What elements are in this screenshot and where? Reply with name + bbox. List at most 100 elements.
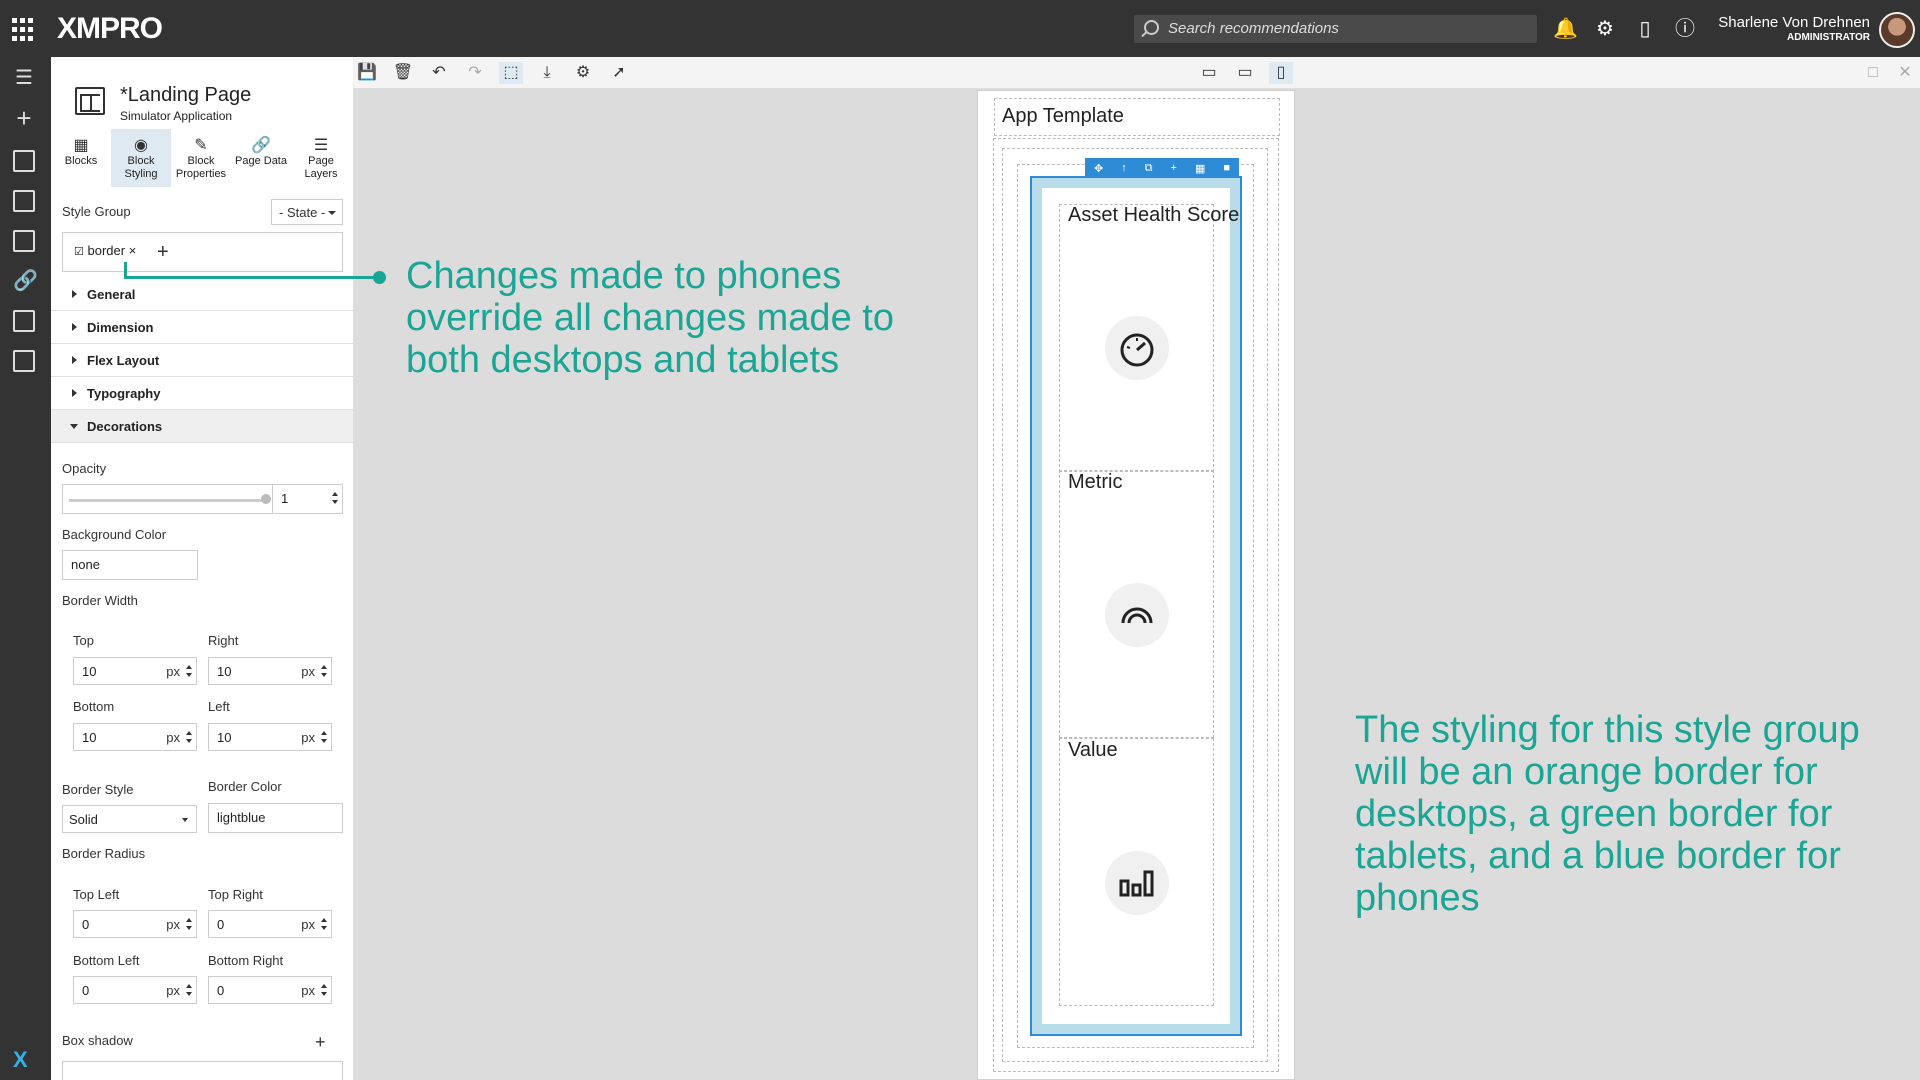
user-info[interactable]: Sharlene Von Drehnen ADMINISTRATOR xyxy=(1718,14,1870,43)
menu-icon[interactable]: ☰ xyxy=(13,67,35,89)
avatar[interactable] xyxy=(1879,12,1915,48)
spinner-icon[interactable] xyxy=(186,731,192,743)
bg-color-input[interactable]: none xyxy=(62,550,198,580)
spinner-icon[interactable] xyxy=(186,984,192,996)
app-designer-icon[interactable] xyxy=(13,150,35,172)
data-stream-icon[interactable] xyxy=(13,310,35,332)
opacity-input[interactable]: 1 xyxy=(272,484,343,514)
help-icon[interactable]: ⓘ xyxy=(1673,17,1697,41)
tab-page-layers[interactable]: ☰ Page Layers xyxy=(291,129,351,187)
style-group-label: Style Group xyxy=(62,204,131,219)
close-icon[interactable]: ✕ xyxy=(1893,62,1917,84)
palette-icon: ◉ xyxy=(134,137,148,154)
add-icon[interactable]: + xyxy=(1171,162,1177,174)
left-rail: ☰ + 🔗 xyxy=(0,57,51,1080)
radius-top-right-input[interactable]: 0 px xyxy=(208,910,332,938)
block-action-bar: ✥ ↑ ⧉ + ▦ ■ xyxy=(1085,158,1239,178)
select-outline-icon[interactable]: ⬚ xyxy=(499,62,523,84)
download-icon[interactable]: ⤓ xyxy=(535,62,559,84)
section-typography[interactable]: Typography xyxy=(51,377,353,410)
add-box-shadow-button[interactable]: + xyxy=(315,1032,326,1052)
save-block-icon[interactable]: ▦ xyxy=(1195,162,1205,175)
slider-knob[interactable] xyxy=(261,494,271,504)
section-decorations[interactable]: Decorations xyxy=(51,410,353,443)
border-left-input[interactable]: 10 px xyxy=(208,723,332,751)
opacity-label: Opacity xyxy=(62,461,107,476)
spinner-icon[interactable] xyxy=(321,731,327,743)
dashboard-icon[interactable] xyxy=(13,230,35,252)
radius-bottom-left-input[interactable]: 0 px xyxy=(73,976,197,1004)
radius-bottom-right-input[interactable]: 0 px xyxy=(208,976,332,1004)
section-dimension[interactable]: Dimension xyxy=(51,311,353,344)
x-logo-icon[interactable]: X xyxy=(13,1047,28,1073)
opacity-slider[interactable] xyxy=(62,484,273,514)
maximize-icon[interactable]: □ xyxy=(1861,62,1885,84)
add-style-group-button[interactable]: + xyxy=(157,242,169,262)
state-dropdown[interactable]: - State - xyxy=(271,199,343,225)
search-input[interactable]: Search recommendations xyxy=(1134,15,1537,43)
apps-grid-icon[interactable] xyxy=(12,18,36,42)
pencil-icon: ✎ xyxy=(194,137,208,154)
radius-top-left-input[interactable]: 0 px xyxy=(73,910,197,938)
spinner-icon[interactable] xyxy=(332,492,338,504)
blocks-icon: ▦ xyxy=(73,137,89,154)
spinner-icon[interactable] xyxy=(186,918,192,930)
bottom-label: Bottom xyxy=(73,699,115,714)
search-icon xyxy=(1144,20,1159,35)
spinner-icon[interactable] xyxy=(321,984,327,996)
section-general[interactable]: General xyxy=(51,278,353,311)
tab-blocks[interactable]: ▦ Blocks xyxy=(51,129,111,187)
callout-dot xyxy=(373,271,386,284)
phone-icon[interactable]: ▯ xyxy=(1633,17,1657,41)
xmpro-logo[interactable]: XMPRO xyxy=(57,12,163,46)
chip-close-icon[interactable]: × xyxy=(129,243,137,258)
add-icon[interactable]: + xyxy=(13,105,35,131)
tab-page-data[interactable]: 🔗 Page Data xyxy=(231,129,291,187)
delete-icon[interactable]: 🗑 xyxy=(391,62,415,84)
bar-chart-icon xyxy=(1105,851,1169,915)
box-shadow-field[interactable] xyxy=(62,1061,343,1080)
right-label: Right xyxy=(208,633,239,648)
chip-label: border xyxy=(87,243,126,258)
bell-icon[interactable]: 🔔 xyxy=(1553,17,1578,41)
border-style-select[interactable]: Solid xyxy=(62,805,197,833)
settings-panel-icon[interactable] xyxy=(13,350,35,372)
bg-color-label: Background Color xyxy=(62,527,167,542)
annotation-style-group: The styling for this style group will be… xyxy=(1355,709,1860,919)
arc-gauge-icon xyxy=(1105,583,1169,647)
top-label: Top xyxy=(73,633,94,648)
top-bar: XMPRO Search recommendations 🔔 ⚙ ▯ ⓘ Sha… xyxy=(0,0,1920,57)
section-flex-layout[interactable]: Flex Layout xyxy=(51,344,353,377)
border-top-input[interactable]: 10 px xyxy=(73,657,197,685)
page-icon xyxy=(75,87,105,115)
border-color-input[interactable]: lightblue xyxy=(208,803,343,833)
border-right-input[interactable]: 10 px xyxy=(208,657,332,685)
save-icon[interactable]: 💾 xyxy=(355,62,379,84)
phone-view-icon[interactable]: ▯ xyxy=(1269,62,1293,84)
spinner-icon[interactable] xyxy=(186,665,192,677)
border-width-label: Border Width xyxy=(62,593,138,608)
redo-icon[interactable]: ↷ xyxy=(463,62,487,84)
top-right-label: Top Right xyxy=(208,887,263,902)
spinner-icon[interactable] xyxy=(321,918,327,930)
tablet-icon[interactable]: ▭ xyxy=(1233,62,1257,84)
border-bottom-input[interactable]: 10 px xyxy=(73,723,197,751)
rocket-icon[interactable]: ➚ xyxy=(607,62,631,84)
delete-block-icon[interactable]: ■ xyxy=(1223,162,1230,174)
style-group-chip[interactable]: ☑ border × xyxy=(74,243,136,258)
gear-icon[interactable]: ⚙ xyxy=(1593,17,1617,41)
desktop-icon[interactable]: ▭ xyxy=(1197,62,1221,84)
layers-icon: ☰ xyxy=(313,137,329,154)
tab-block-styling[interactable]: ◉ Block Styling xyxy=(111,129,171,187)
move-icon[interactable]: ✥ xyxy=(1094,162,1103,175)
copy-icon[interactable]: ⧉ xyxy=(1145,162,1153,175)
link-icon[interactable]: 🔗 xyxy=(13,270,38,292)
user-name: Sharlene Von Drehnen xyxy=(1718,14,1870,31)
undo-icon[interactable]: ↶ xyxy=(427,62,451,84)
tab-block-properties[interactable]: ✎ Block Properties xyxy=(171,129,231,187)
search-placeholder: Search recommendations xyxy=(1168,20,1339,37)
select-parent-icon[interactable]: ↑ xyxy=(1121,162,1127,174)
settings-icon[interactable]: ⚙ xyxy=(571,62,595,84)
spinner-icon[interactable] xyxy=(321,665,327,677)
recommendations-icon[interactable] xyxy=(13,190,35,212)
